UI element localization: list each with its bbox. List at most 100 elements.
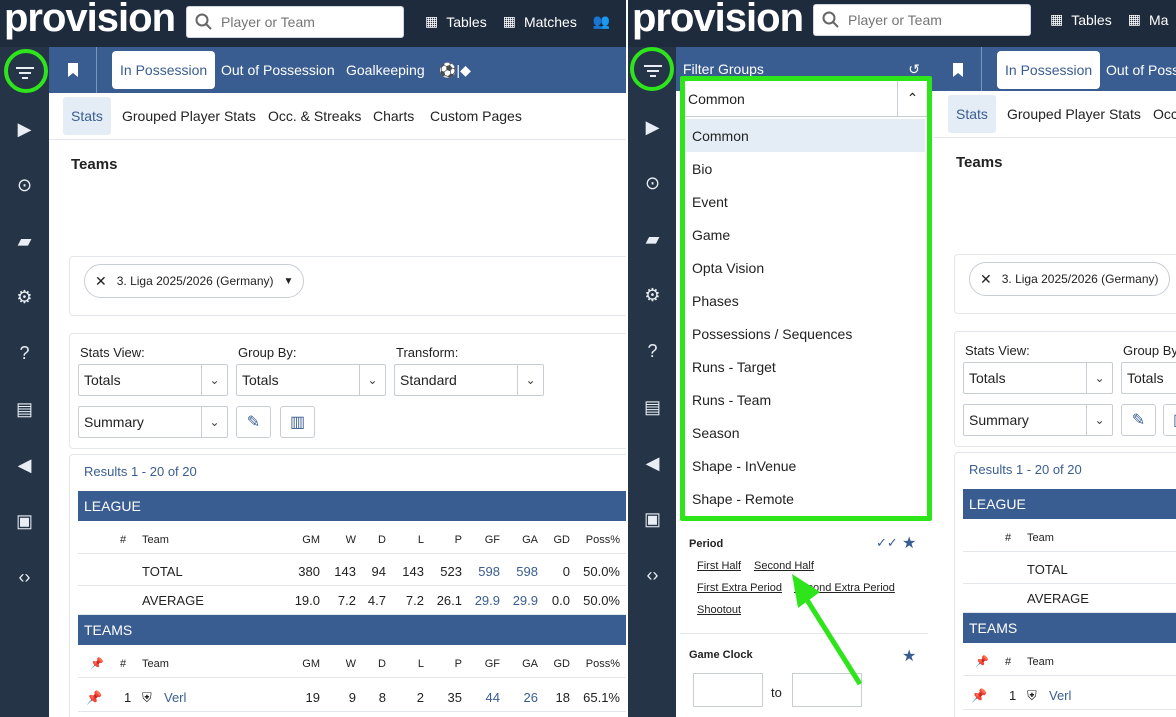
tab-goalkeeping[interactable]: Goalkeeping — [338, 51, 433, 89]
search-box[interactable] — [813, 4, 1031, 36]
team-link[interactable]: Verl — [1049, 681, 1071, 710]
filter-group-option[interactable]: Runs - Target — [685, 350, 925, 383]
main-tab-bar: In Possession Out of Poss — [934, 47, 1176, 93]
code-icon[interactable]: ‹› — [0, 563, 49, 591]
pin-filled-icon[interactable]: 📌 — [86, 683, 102, 712]
book-icon[interactable]: ▤ — [0, 395, 49, 423]
transform-select[interactable]: Standard ⌄ — [394, 364, 544, 396]
filter-group-option[interactable]: Phases — [685, 284, 925, 317]
pin-filled-icon[interactable]: 📌 — [971, 681, 987, 710]
subtab-grouped-player-stats[interactable]: Grouped Player Stats — [114, 97, 264, 135]
period-option[interactable]: First Half — [697, 560, 741, 572]
tab-in-possession[interactable]: In Possession — [997, 51, 1101, 89]
code-icon[interactable]: ‹› — [628, 561, 677, 589]
book-icon[interactable]: ▤ — [628, 393, 677, 421]
image-icon[interactable]: ▣ — [628, 505, 677, 533]
remove-icon[interactable]: ✕ — [980, 271, 992, 288]
play-circle-icon[interactable]: ⊙ — [0, 171, 49, 199]
group-by-select[interactable]: Totals ⌄ — [236, 364, 386, 396]
help-icon[interactable]: ? — [0, 339, 49, 367]
search-input[interactable] — [848, 12, 1008, 28]
game-clock-title: Game Clock — [689, 649, 753, 661]
star-icon[interactable]: ★ — [902, 646, 916, 666]
bookmark-icon[interactable] — [934, 47, 982, 93]
remove-icon[interactable]: ✕ — [95, 273, 107, 290]
chevron-down-icon: ⌄ — [201, 365, 227, 395]
subtab-stats[interactable]: Stats — [948, 95, 996, 133]
megaphone-icon[interactable]: ◀ — [628, 449, 677, 477]
subtab-charts[interactable]: Charts — [365, 97, 422, 135]
right-screenshot-panel: provision ▦ Tables ▦ Ma ▶ ⊙ ▰ ⚙ ? ▤ ◀ — [628, 0, 1176, 717]
cards-icon[interactable]: ▰ — [628, 225, 677, 253]
icon-rail: ▶ ⊙ ▰ ⚙ ? ▤ ◀ ▣ ‹› — [0, 47, 49, 717]
filter-group-option[interactable]: Season — [685, 416, 925, 449]
video-library-icon[interactable]: ▶ — [628, 113, 677, 141]
league-header: LEAGUE — [963, 489, 1176, 519]
filter-group-option[interactable]: Bio — [685, 152, 925, 185]
competition-chip[interactable]: ✕ 3. Liga 2025/2026 (Germany) — [969, 262, 1170, 296]
filter-group-option[interactable]: Shape - Remote — [685, 482, 925, 515]
filter-group-option[interactable]: Event — [685, 185, 925, 218]
video-library-icon[interactable]: ▶ — [0, 115, 49, 143]
subtab-stats[interactable]: Stats — [63, 97, 111, 135]
top-nav: ▦ Tables ▦ Matches 👥 — [425, 13, 626, 30]
group-by-select[interactable]: Totals — [1121, 362, 1176, 394]
filter-group-option[interactable]: Game — [685, 218, 925, 251]
subtab-occ-streaks[interactable]: Occ. & Streaks — [260, 97, 369, 135]
bookmark-icon[interactable] — [49, 47, 97, 93]
page-title: Teams — [71, 156, 118, 173]
help-icon[interactable]: ? — [628, 337, 677, 365]
pin-icon[interactable]: 📌 — [90, 649, 104, 678]
tab-out-of-possession[interactable]: Out of Poss — [1098, 51, 1176, 89]
stats-view-select[interactable]: Totals ⌄ — [963, 362, 1113, 394]
team-link[interactable]: Verl — [164, 683, 186, 712]
tab-out-of-possession[interactable]: Out of Possession — [213, 51, 343, 89]
image-icon[interactable]: ▣ — [0, 507, 49, 535]
filter-group-option[interactable]: Shape - InVenue — [685, 449, 925, 482]
tables-link[interactable]: ▦ Tables — [1050, 11, 1112, 28]
stats-view-select[interactable]: Totals ⌄ — [78, 364, 228, 396]
subtab-custom-pages[interactable]: Custom Pages — [422, 97, 530, 135]
filter-group-option[interactable]: Common — [685, 119, 925, 152]
matches-link[interactable]: ▦ Ma — [1128, 11, 1169, 28]
tables-link[interactable]: ▦ Tables — [425, 13, 487, 30]
filter-group-option[interactable]: Runs - Team — [685, 383, 925, 416]
pin-icon[interactable]: 📌 — [975, 647, 989, 676]
edit-pencil-icon[interactable]: ✎ — [1121, 404, 1156, 436]
filter-group-select[interactable]: Common ⌃ — [685, 81, 927, 117]
cards-icon[interactable]: ▰ — [0, 227, 49, 255]
table-row: TOTAL 380 143 94 143 523 598 598 0 50.0% — [78, 557, 626, 586]
period-option[interactable]: First Extra Period — [697, 582, 782, 594]
group-by-label: Group By: — [238, 345, 297, 360]
team-badge-icon: ⛨ — [1027, 687, 1037, 703]
filter-group-option[interactable]: Opta Vision — [685, 251, 925, 284]
subtab-grouped-player-stats[interactable]: Grouped Player Stats — [999, 95, 1149, 133]
summary-select[interactable]: Summary ⌄ — [963, 404, 1113, 436]
search-box[interactable] — [186, 6, 404, 38]
period-option[interactable]: Shootout — [697, 604, 741, 616]
subtab-occ-streaks[interactable]: Occ — [1145, 95, 1176, 133]
teams-header: TEAMS — [963, 613, 1176, 643]
filter-group-option[interactable]: Possessions / Sequences — [685, 317, 925, 350]
game-clock-from-input[interactable] — [693, 673, 763, 707]
megaphone-icon[interactable]: ◀ — [0, 451, 49, 479]
star-icon[interactable]: ★ — [902, 533, 916, 553]
matches-link[interactable]: ▦ Matches — [503, 13, 577, 30]
settings-gear-icon[interactable]: ⚙ — [628, 281, 677, 309]
table-row: AVERAGE 19.0 7.2 4.7 7.2 26.1 29.9 29.9 … — [78, 586, 626, 615]
edit-pencil-icon[interactable]: ✎ — [236, 406, 271, 438]
double-check-icon[interactable]: ✓✓ — [876, 535, 898, 551]
play-circle-icon[interactable]: ⊙ — [628, 169, 677, 197]
reset-history-icon[interactable]: ↺ — [908, 61, 920, 78]
tab-in-possession[interactable]: In Possession — [112, 51, 216, 89]
open-book-icon[interactable]: ▥ — [1163, 404, 1176, 436]
competition-chip[interactable]: ✕ 3. Liga 2025/2026 (Germany) ▼ — [84, 264, 305, 298]
settings-gear-icon[interactable]: ⚙ — [0, 283, 49, 311]
open-book-icon[interactable]: ▥ — [280, 406, 315, 438]
summary-select[interactable]: Summary ⌄ — [78, 406, 228, 438]
chevron-down-icon: ⌄ — [359, 365, 385, 395]
people-link[interactable]: 👥 — [593, 13, 618, 30]
teams-header: TEAMS — [78, 615, 626, 645]
search-input[interactable] — [221, 14, 381, 30]
ball-shield-icon[interactable]: ⚽|◆ — [431, 51, 479, 89]
